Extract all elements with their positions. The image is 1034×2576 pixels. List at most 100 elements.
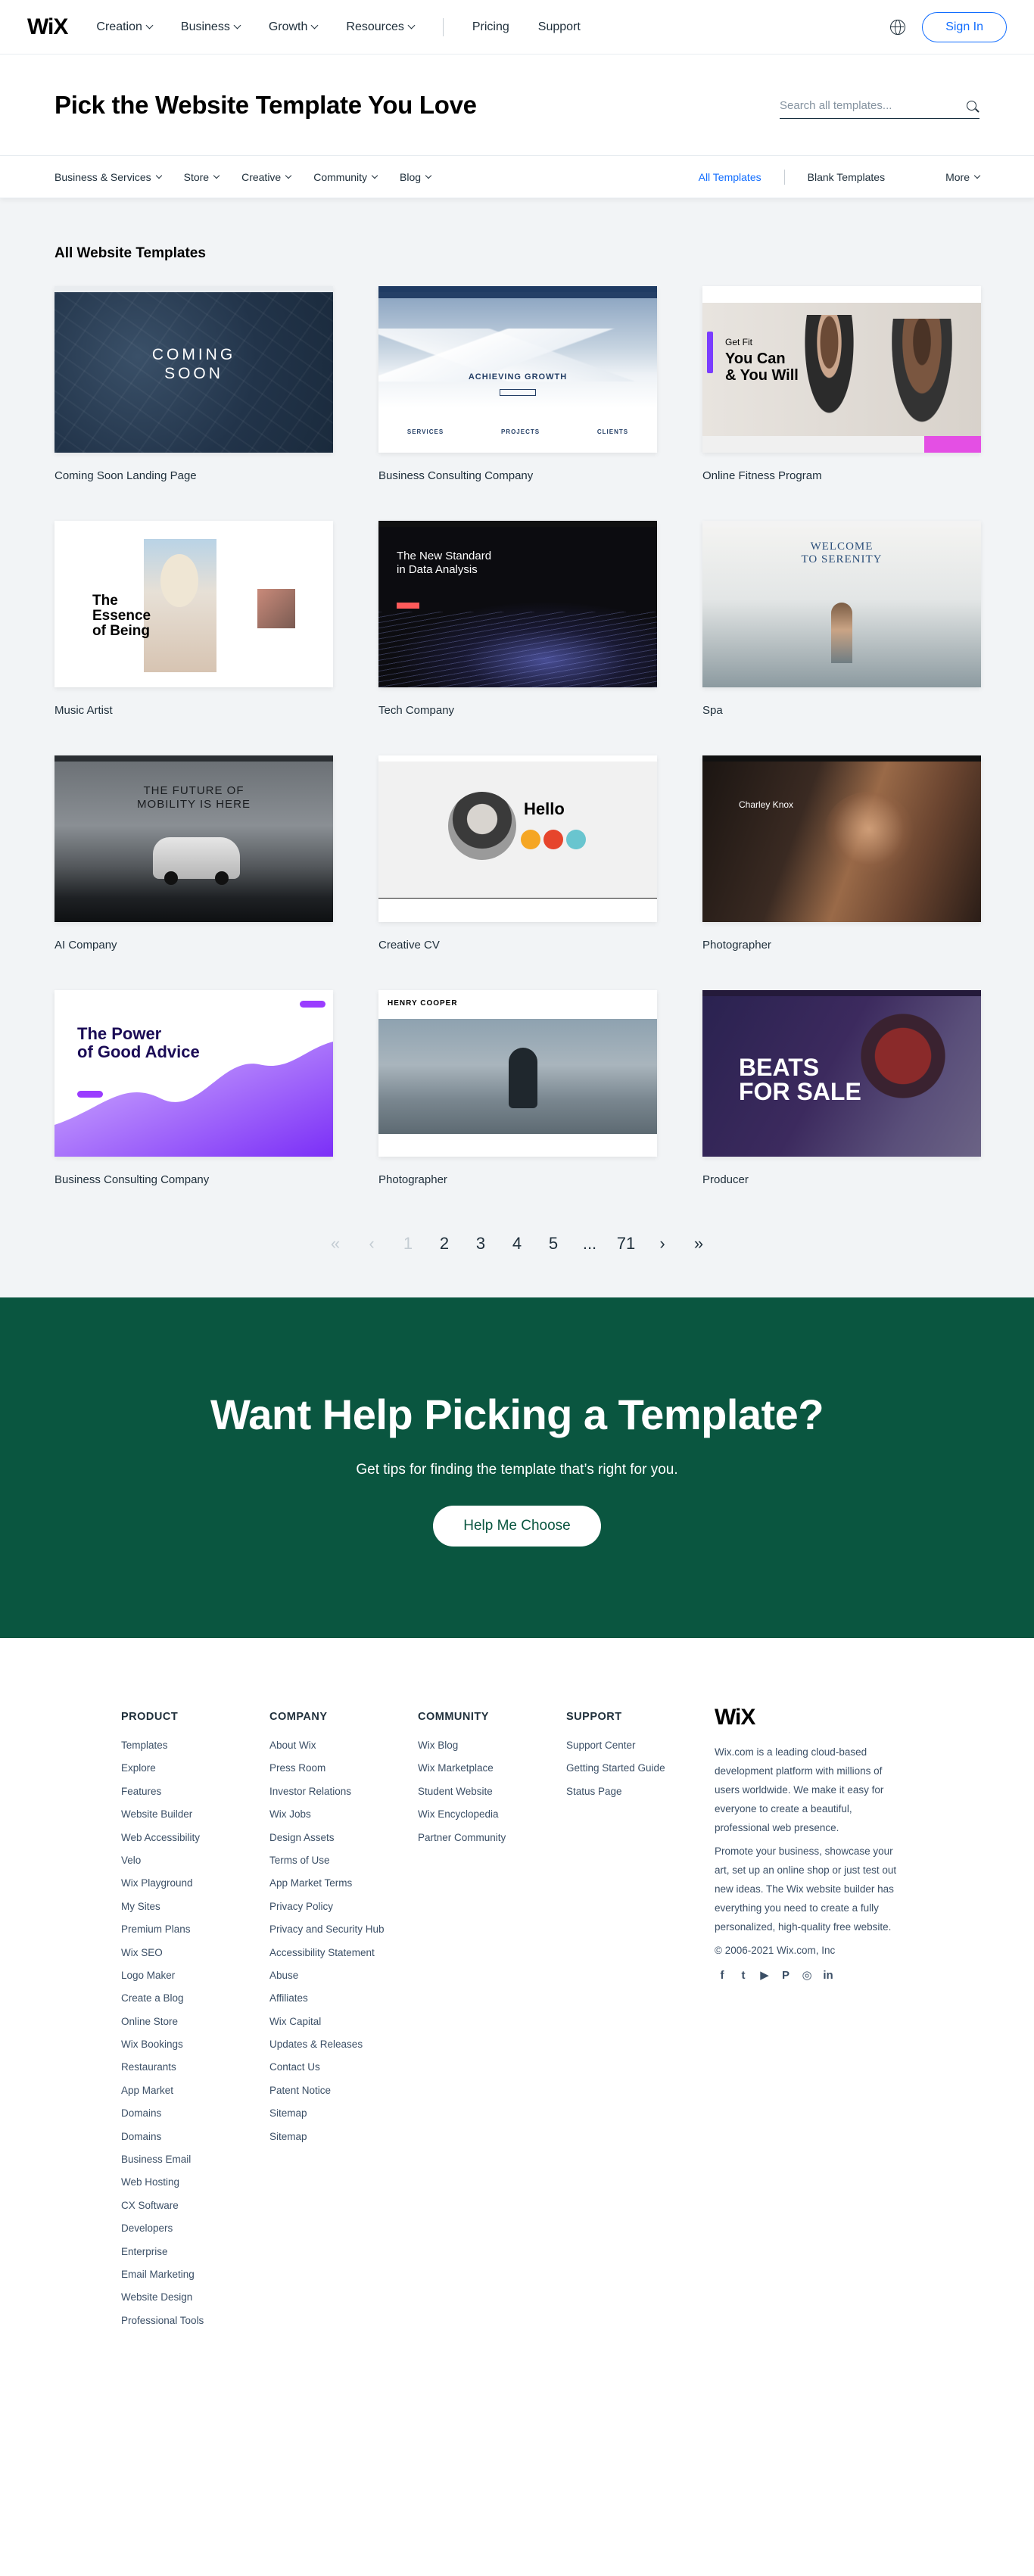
youtube-icon[interactable]: ▶ xyxy=(757,1967,772,1983)
footer-link[interactable]: Web Accessibility xyxy=(121,1832,269,1843)
footer-link[interactable]: Sitemap xyxy=(269,2107,418,2119)
footer-link[interactable]: Partner Community xyxy=(418,1832,566,1843)
footer-link[interactable]: Features xyxy=(121,1786,269,1797)
footer-link[interactable]: Wix Jobs xyxy=(269,1808,418,1820)
template-thumbnail[interactable]: WELCOME TO SERENITY xyxy=(702,521,981,687)
footer-link[interactable]: Updates & Releases xyxy=(269,2039,418,2050)
page-5[interactable]: 5 xyxy=(535,1234,572,1254)
footer-link[interactable]: Press Room xyxy=(269,1762,418,1774)
template-thumbnail[interactable]: Get Fit You Can & You Will xyxy=(702,286,981,453)
footer-link[interactable]: Developers xyxy=(121,2222,269,2234)
page-1[interactable]: 1 xyxy=(390,1234,426,1254)
linkedin-icon[interactable]: in xyxy=(821,1967,836,1983)
template-title[interactable]: Photographer xyxy=(378,1173,657,1186)
footer-link[interactable]: Domains xyxy=(121,2131,269,2142)
category-creative[interactable]: Creative xyxy=(241,171,292,183)
footer-link[interactable]: Velo xyxy=(121,1855,269,1866)
page-4[interactable]: 4 xyxy=(499,1234,535,1254)
footer-link[interactable]: Investor Relations xyxy=(269,1786,418,1797)
footer-link[interactable]: Privacy and Security Hub xyxy=(269,1923,418,1935)
footer-link[interactable]: My Sites xyxy=(121,1901,269,1912)
template-card[interactable]: COMING SOON Coming Soon Landing Page xyxy=(55,286,333,521)
footer-link[interactable]: Website Builder xyxy=(121,1808,269,1820)
template-thumbnail[interactable]: Charley Knox xyxy=(702,755,981,922)
next-page-button[interactable]: › xyxy=(644,1234,681,1254)
footer-link[interactable]: Privacy Policy xyxy=(269,1901,418,1912)
nav-pricing[interactable]: Pricing xyxy=(472,20,509,34)
footer-link[interactable]: About Wix xyxy=(269,1740,418,1751)
template-card[interactable]: THE FUTURE OF MOBILITY IS HERE AI Compan… xyxy=(55,755,333,990)
template-thumbnail[interactable]: THE FUTURE OF MOBILITY IS HERE xyxy=(55,755,333,922)
footer-link[interactable]: Wix Bookings xyxy=(121,2039,269,2050)
footer-link[interactable]: Website Design xyxy=(121,2291,269,2303)
footer-link[interactable]: Premium Plans xyxy=(121,1923,269,1935)
prev-page-button[interactable]: ‹ xyxy=(353,1234,390,1254)
footer-link[interactable]: Patent Notice xyxy=(269,2085,418,2096)
footer-wix-logo[interactable]: WiX xyxy=(715,1705,904,1730)
nav-business[interactable]: Business xyxy=(181,20,241,34)
template-card[interactable]: ACHIEVING GROWTH SERVICES PROJECTS CLIEN… xyxy=(378,286,657,521)
footer-link[interactable]: App Market Terms xyxy=(269,1877,418,1889)
template-title[interactable]: Tech Company xyxy=(378,704,657,717)
template-card[interactable]: The Essence of Being Music Artist xyxy=(55,521,333,755)
globe-icon[interactable] xyxy=(890,19,906,35)
facebook-icon[interactable]: f xyxy=(715,1967,730,1983)
template-card[interactable]: HENRY COOPER Photographer xyxy=(378,990,657,1225)
footer-link[interactable]: Wix Marketplace xyxy=(418,1762,566,1774)
template-thumbnail[interactable]: Hello xyxy=(378,755,657,922)
footer-link[interactable]: Logo Maker xyxy=(121,1970,269,1981)
template-title[interactable]: Business Consulting Company xyxy=(55,1173,333,1186)
template-title[interactable]: Producer xyxy=(702,1173,981,1186)
template-title[interactable]: Spa xyxy=(702,704,981,717)
template-title[interactable]: Creative CV xyxy=(378,939,657,952)
footer-link[interactable]: Templates xyxy=(121,1740,269,1751)
template-thumbnail[interactable]: The New Standard in Data Analysis xyxy=(378,521,657,687)
footer-link[interactable]: Wix Blog xyxy=(418,1740,566,1751)
template-card[interactable]: Hello Creative CV xyxy=(378,755,657,990)
footer-link[interactable]: Wix SEO xyxy=(121,1947,269,1958)
more-dropdown[interactable]: More xyxy=(945,171,981,183)
template-card[interactable]: WELCOME TO SERENITY Spa xyxy=(702,521,981,755)
search-input[interactable] xyxy=(780,98,967,112)
template-title[interactable]: Business Consulting Company xyxy=(378,469,657,482)
category-blog[interactable]: Blog xyxy=(400,171,432,183)
help-me-choose-button[interactable]: Help Me Choose xyxy=(433,1505,601,1547)
footer-link[interactable]: Email Marketing xyxy=(121,2269,269,2280)
footer-link[interactable]: Design Assets xyxy=(269,1832,418,1843)
footer-link[interactable]: Business Email xyxy=(121,2154,269,2165)
footer-link[interactable]: Wix Playground xyxy=(121,1877,269,1889)
footer-link[interactable]: Contact Us xyxy=(269,2061,418,2073)
footer-link[interactable]: Support Center xyxy=(566,1740,715,1751)
category-community[interactable]: Community xyxy=(313,171,378,183)
template-thumbnail[interactable]: HENRY COOPER xyxy=(378,990,657,1157)
nav-resources[interactable]: Resources xyxy=(346,20,416,34)
page-3[interactable]: 3 xyxy=(462,1234,499,1254)
template-card[interactable]: The Power of Good Advice Business Consul… xyxy=(55,990,333,1225)
wix-logo[interactable]: WiX xyxy=(27,14,68,40)
footer-link[interactable]: Status Page xyxy=(566,1786,715,1797)
template-card[interactable]: Charley Knox Photographer xyxy=(702,755,981,990)
template-thumbnail[interactable]: COMING SOON xyxy=(55,286,333,453)
footer-link[interactable]: Wix Encyclopedia xyxy=(418,1808,566,1820)
nav-growth[interactable]: Growth xyxy=(269,20,319,34)
twitter-icon[interactable]: t xyxy=(736,1967,751,1983)
footer-link[interactable]: Restaurants xyxy=(121,2061,269,2073)
template-card[interactable]: Get Fit You Can & You Will Online Fitnes… xyxy=(702,286,981,521)
nav-creation[interactable]: Creation xyxy=(96,20,154,34)
footer-link[interactable]: Sitemap xyxy=(269,2131,418,2142)
footer-link[interactable]: Create a Blog xyxy=(121,1992,269,2004)
footer-link[interactable]: Web Hosting xyxy=(121,2176,269,2188)
footer-link[interactable]: Terms of Use xyxy=(269,1855,418,1866)
footer-link[interactable]: App Market xyxy=(121,2085,269,2096)
template-title[interactable]: Photographer xyxy=(702,939,981,952)
page-71[interactable]: 71 xyxy=(608,1234,644,1254)
blank-templates-link[interactable]: Blank Templates xyxy=(808,171,885,183)
pinterest-icon[interactable]: P xyxy=(778,1967,793,1983)
template-title[interactable]: Music Artist xyxy=(55,704,333,717)
footer-link[interactable]: Domains xyxy=(121,2107,269,2119)
footer-link[interactable]: Getting Started Guide xyxy=(566,1762,715,1774)
page-2[interactable]: 2 xyxy=(426,1234,462,1254)
template-card[interactable]: BEATS FOR SALE Producer xyxy=(702,990,981,1225)
footer-link[interactable]: Enterprise xyxy=(121,2246,269,2257)
all-templates-link[interactable]: All Templates xyxy=(699,171,761,183)
